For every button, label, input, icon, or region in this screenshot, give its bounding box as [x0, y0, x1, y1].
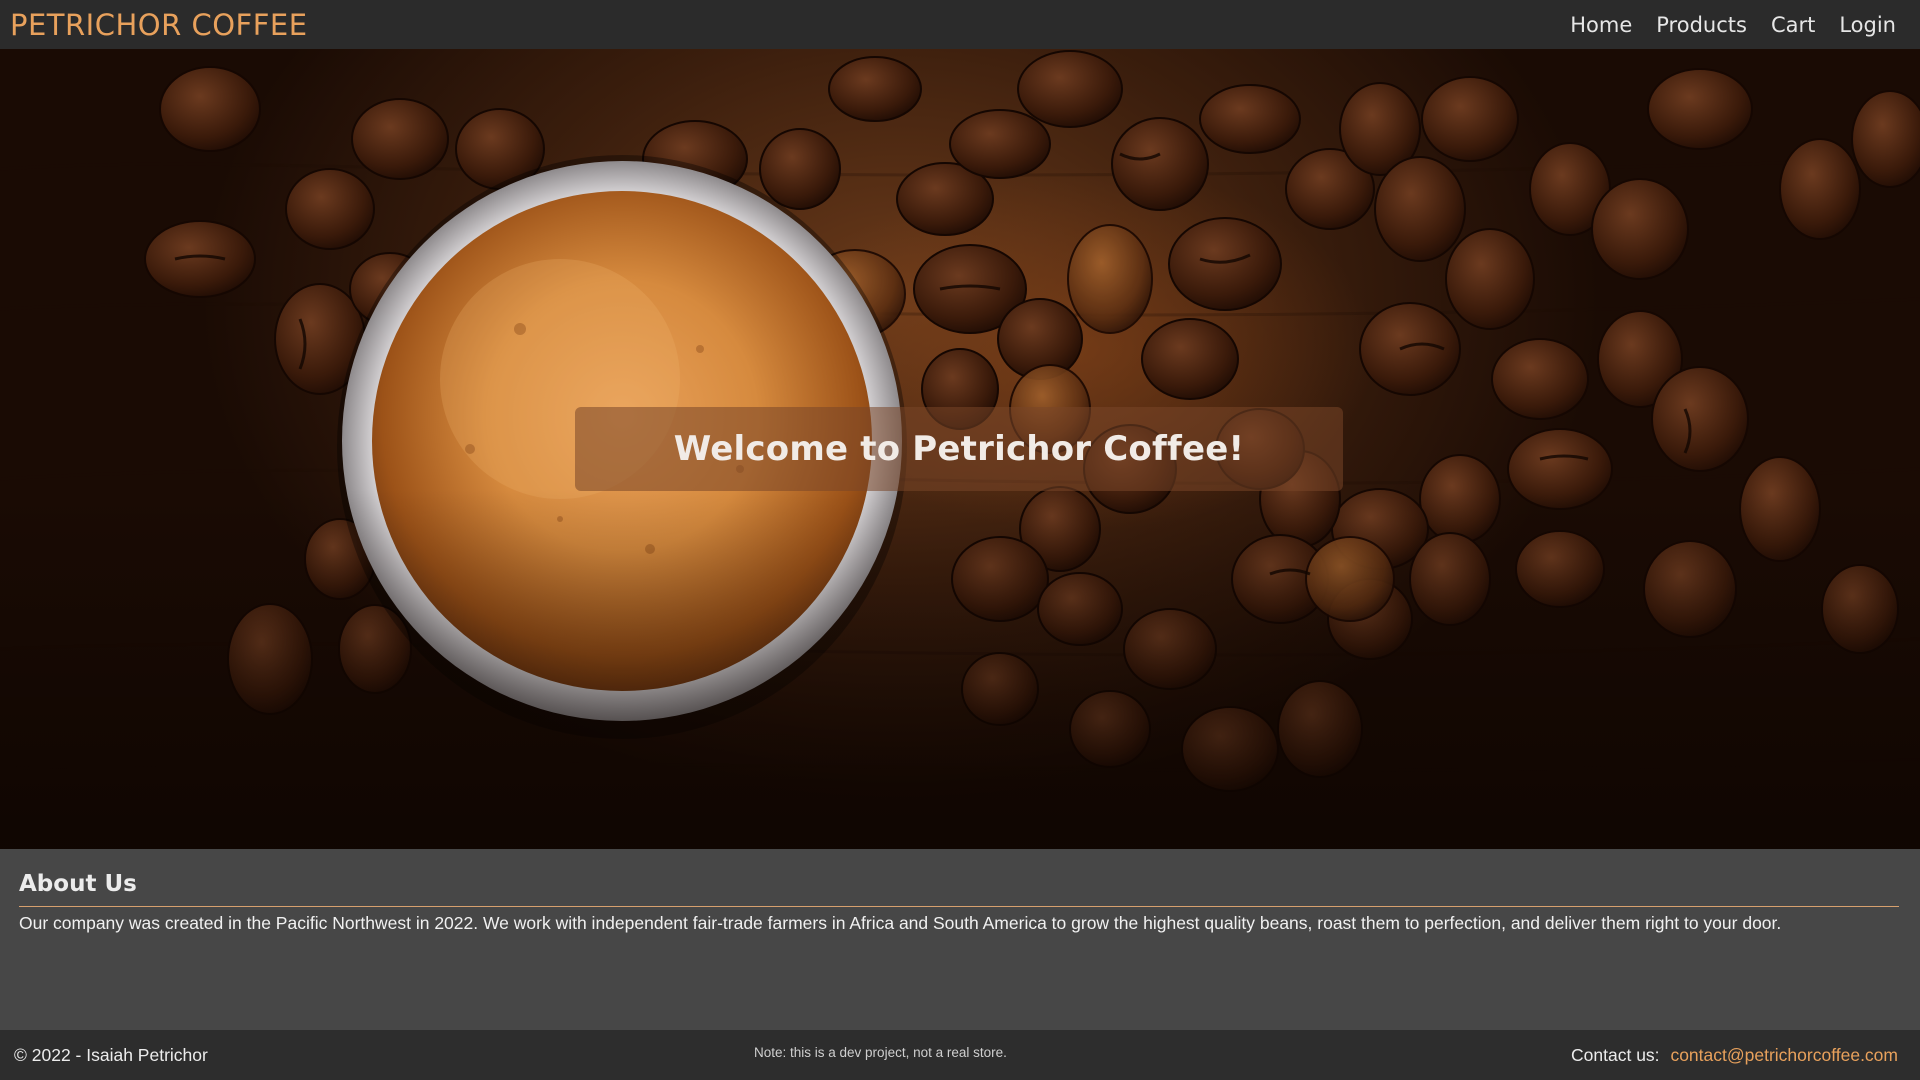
copyright-text: © 2022 - Isaiah Petrichor: [14, 1045, 208, 1065]
about-title: About Us: [19, 871, 137, 897]
about-divider: [19, 906, 1899, 907]
about-text: Our company was created in the Pacific N…: [19, 913, 1782, 933]
welcome-heading: Welcome to Petrichor Coffee!: [673, 429, 1245, 469]
contact-email-link[interactable]: contact@petrichorcoffee.com: [1670, 1045, 1898, 1065]
page-footer: © 2022 - Isaiah Petrichor Note: this is …: [0, 1030, 1920, 1080]
nav-products-link[interactable]: Products: [1644, 13, 1759, 37]
welcome-banner: Welcome to Petrichor Coffee!: [575, 407, 1343, 491]
nav-home-link[interactable]: Home: [1558, 13, 1644, 37]
main-nav: Home Products Cart Login: [1558, 13, 1908, 37]
about-section: About Us Our company was created in the …: [0, 849, 1920, 1030]
contact-info: Contact us: contact@petrichorcoffee.com: [1571, 1045, 1898, 1066]
hero-banner: Welcome to Petrichor Coffee!: [0, 49, 1920, 849]
nav-login-link[interactable]: Login: [1827, 13, 1908, 37]
top-navbar: PETRICHOR COFFEE Home Products Cart Logi…: [0, 0, 1920, 49]
dev-note: Note: this is a dev project, not a real …: [754, 1045, 1007, 1060]
nav-cart-link[interactable]: Cart: [1759, 13, 1827, 37]
brand-logo-link[interactable]: PETRICHOR COFFEE: [10, 8, 308, 42]
contact-label: Contact us:: [1571, 1045, 1660, 1065]
